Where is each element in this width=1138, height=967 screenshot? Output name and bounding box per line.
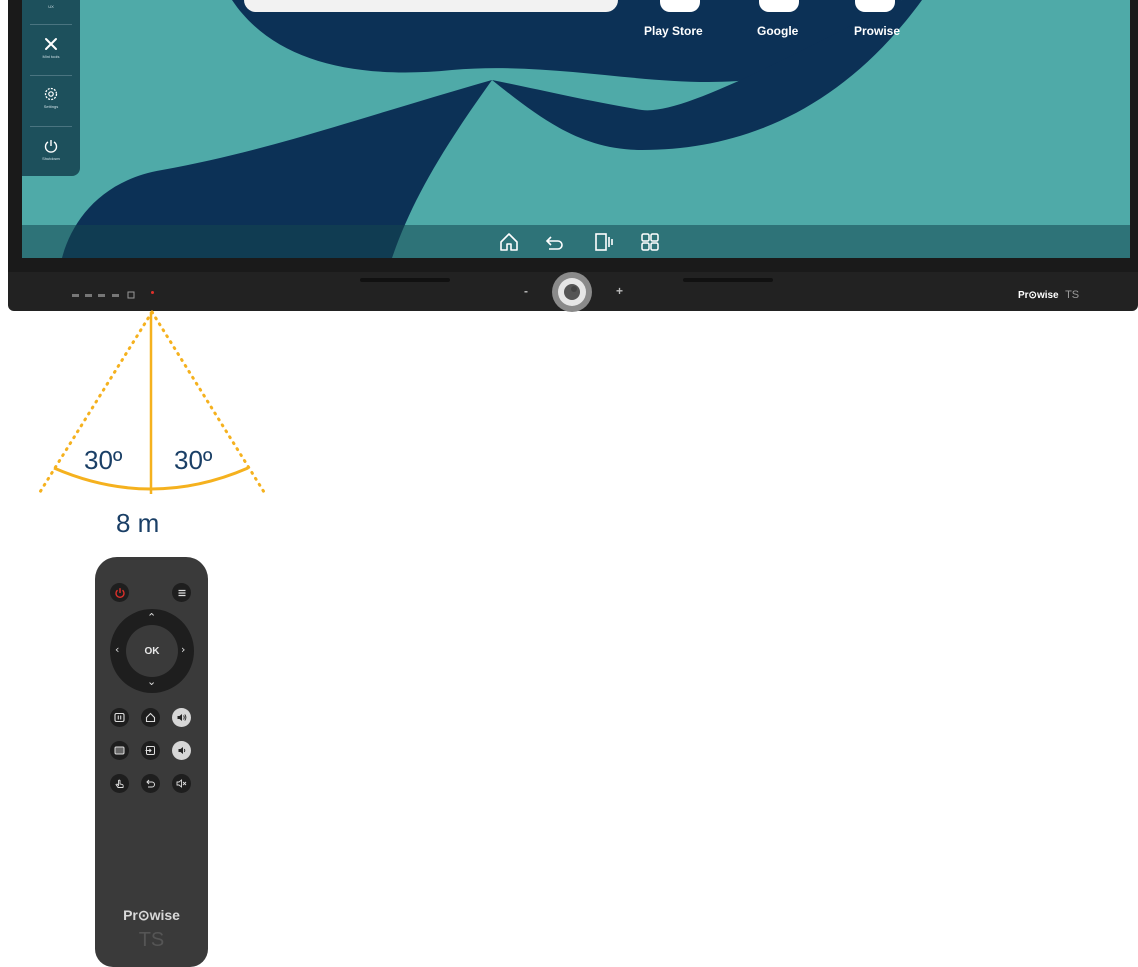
remote-model-label: TS xyxy=(138,929,165,951)
play-store-icon xyxy=(660,0,700,12)
bezel-speaker-right xyxy=(683,278,773,282)
bezel-brand-logo: Pr⊙wise TS xyxy=(1018,285,1079,303)
source-icon xyxy=(145,746,155,755)
ir-range-diagram xyxy=(38,310,266,494)
ir-receiver-led xyxy=(151,291,154,294)
touch-icon xyxy=(115,779,124,788)
remote-menu-button[interactable] xyxy=(172,583,191,602)
back-icon xyxy=(545,236,563,250)
remote-ok-button[interactable]: OK xyxy=(126,625,178,677)
remote-source-button[interactable] xyxy=(141,741,160,760)
prowise-icon xyxy=(855,0,895,12)
sidebar-item-label: Settings xyxy=(43,104,59,109)
sidebar-divider xyxy=(30,75,72,76)
angle-label-right: 30º xyxy=(174,445,213,475)
app-label-play-store: Play Store xyxy=(644,24,703,38)
sidebar-item-shutdown[interactable]: Shutdown xyxy=(22,138,80,161)
power-knob-icon xyxy=(552,272,592,312)
front-ports xyxy=(70,288,150,299)
interactive-display: Play Store Google Prowise UX Mini tools xyxy=(8,0,1138,312)
nav-app-grid-button[interactable] xyxy=(639,231,661,258)
sidebar-divider xyxy=(30,24,72,25)
sidebar-item-label: Mini tools xyxy=(42,54,60,59)
dpad-right-button[interactable]: › xyxy=(181,643,185,656)
search-bar[interactable] xyxy=(244,0,618,12)
freeze-icon xyxy=(114,712,125,723)
nav-home-button[interactable] xyxy=(498,231,520,258)
distance-label: 8 m xyxy=(116,508,160,538)
volume-down-button[interactable]: - xyxy=(524,284,528,298)
volume-down-icon xyxy=(178,747,186,754)
bezel-model-text: TS xyxy=(1065,289,1080,301)
display-screen: Play Store Google Prowise UX Mini tools xyxy=(22,0,1130,258)
gear-icon xyxy=(44,87,58,101)
menu-icon xyxy=(178,589,185,596)
bezel-speaker-left xyxy=(360,278,450,282)
sidebar: UX Mini tools Settings Shutdown xyxy=(22,0,80,176)
remote-volume-up-button[interactable] xyxy=(172,708,191,727)
tools-icon xyxy=(45,38,57,50)
power-icon xyxy=(44,140,58,153)
remote-control: ⌃ ⌄ ‹ › OK Pr⊙wise TS xyxy=(95,557,208,967)
dpad-up-button[interactable]: ⌃ xyxy=(147,611,156,624)
remote-mute-button[interactable] xyxy=(172,774,191,793)
remote-power-button[interactable] xyxy=(110,583,129,602)
home-icon xyxy=(145,712,156,723)
angle-label-left: 30º xyxy=(84,445,123,475)
app-grid-icon xyxy=(641,233,659,251)
mute-icon xyxy=(176,779,187,788)
sidebar-item-settings[interactable]: Settings xyxy=(22,86,80,109)
nav-back-button[interactable] xyxy=(544,231,566,258)
remote-freeze-button[interactable] xyxy=(110,708,129,727)
power-icon xyxy=(114,587,125,598)
sidebar-divider xyxy=(30,126,72,127)
remote-home-button[interactable] xyxy=(141,708,160,727)
remote-touch-button[interactable] xyxy=(110,774,129,793)
remote-brand-logo: Pr⊙wise xyxy=(123,907,180,923)
volume-up-button[interactable]: + xyxy=(616,284,623,298)
nav-recent-apps-button[interactable] xyxy=(592,231,614,258)
recent-apps-icon xyxy=(595,233,613,251)
google-icon xyxy=(759,0,799,12)
sidebar-item-minitools[interactable]: Mini tools xyxy=(22,36,80,59)
home-icon xyxy=(500,233,518,251)
volume-up-icon xyxy=(177,714,187,721)
app-label-google: Google xyxy=(757,24,799,38)
sidebar-item-top[interactable]: UX xyxy=(22,2,80,9)
screen-off-icon xyxy=(114,746,125,755)
wallpaper xyxy=(62,0,922,258)
remote-screen-off-button[interactable] xyxy=(110,741,129,760)
remote-back-button[interactable] xyxy=(141,774,160,793)
app-label-prowise: Prowise xyxy=(854,24,901,38)
bezel-brand-text: Pr⊙wise xyxy=(1018,290,1059,301)
bezel-power-button[interactable] xyxy=(548,270,596,312)
dpad-left-button[interactable]: ‹ xyxy=(115,643,119,656)
back-icon xyxy=(146,779,155,788)
remote-volume-down-button[interactable] xyxy=(172,741,191,760)
sidebar-item-label: Shutdown xyxy=(42,156,60,161)
sidebar-item-label: UX xyxy=(48,4,54,9)
navigation-bar xyxy=(22,225,1130,258)
